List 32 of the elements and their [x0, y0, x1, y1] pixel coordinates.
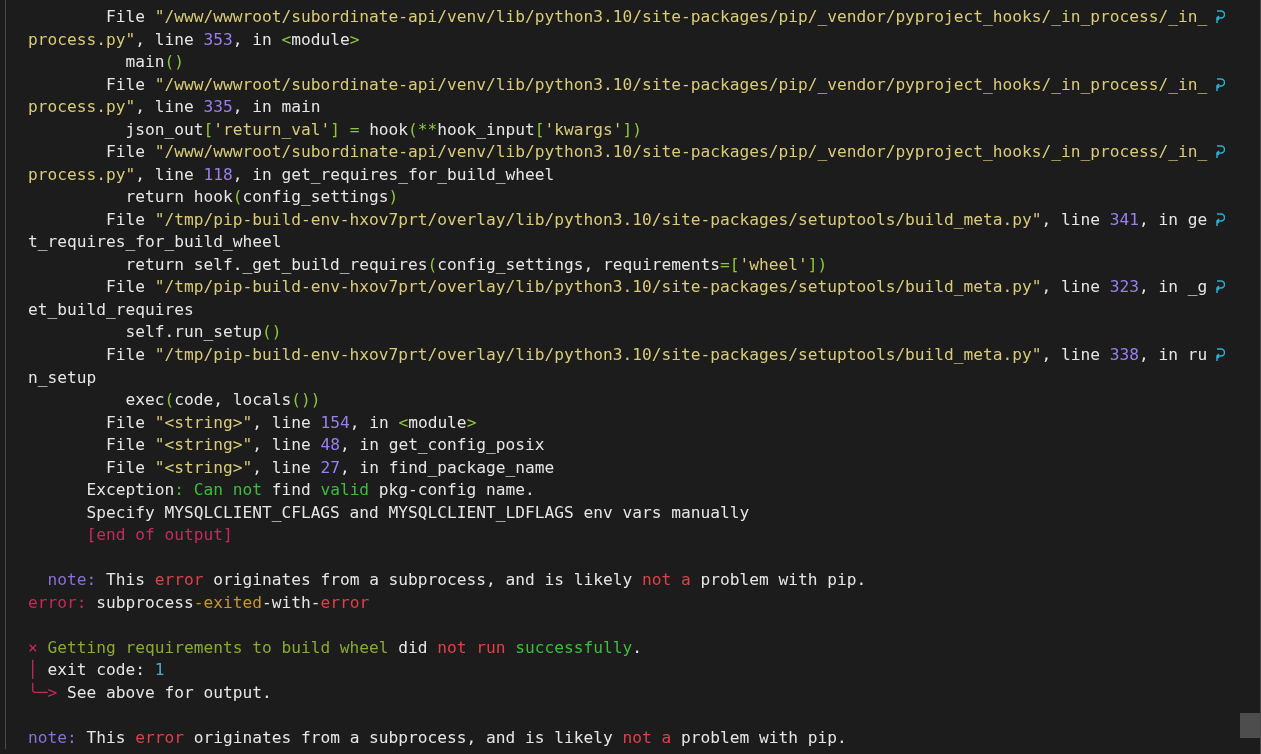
terminal-line: File "<string>", line 48, in get_config_posix	[104, 435, 545, 456]
terminal-line: process.py", line 118, in get_requires_for_build_wheel	[28, 164, 555, 185]
terminal-line: return self._get_build_requires(config_settings, requirements=['wheel'])	[124, 254, 828, 275]
terminal-line: note: This error originates from a subprocess, and is likely not a problem with pip.	[46, 570, 867, 591]
terminal-line: File "/www/wwwroot/subordinate-api/venv/lib/python3.10/site-packages/pip/_vendor/pyproject_hooks/_in_process/_in_	[104, 142, 1208, 163]
terminal-line: Exception: Can not find valid pkg-config name.	[85, 480, 535, 501]
terminal-line: File "/www/wwwroot/subordinate-api/venv/lib/python3.10/site-packages/pip/_vendor/pyproject_hooks/_in_process/_in_	[104, 7, 1208, 28]
terminal-line: File "/tmp/pip-build-env-hxov7prt/overlay/lib/python3.10/site-packages/setuptools/build_meta.py", line 341, in ge	[104, 209, 1208, 230]
terminal-line: t_requires_for_build_wheel	[28, 232, 282, 253]
terminal-line: n_setup	[28, 367, 97, 388]
terminal-line: File "/tmp/pip-build-env-hxov7prt/overlay/lib/python3.10/site-packages/setuptools/build_meta.py", line 323, in _g	[104, 277, 1208, 298]
terminal-line: et_build_requires	[28, 299, 194, 320]
terminal-line: error: subprocess-exited-with-error	[28, 592, 370, 613]
terminal-line: return hook(config_settings)	[124, 187, 399, 208]
terminal-line: File "<string>", line 154, in <module>	[104, 412, 477, 433]
scrollbar-thumb[interactable]	[1240, 713, 1260, 738]
terminal-line: × Getting requirements to build wheel did not run successfully.	[28, 637, 643, 658]
terminal-line: process.py", line 335, in main	[28, 97, 321, 118]
terminal-line: File "<string>", line 27, in find_package_name	[104, 457, 555, 478]
terminal-line: │ exit code: 1	[28, 660, 165, 681]
terminal-line: process.py", line 353, in <module>	[28, 29, 360, 50]
terminal-line: note: This error originates from a subprocess, and is likely not a problem with pip.	[28, 727, 847, 748]
terminal-line: File "/tmp/pip-build-env-hxov7prt/overlay/lib/python3.10/site-packages/setuptools/build_meta.py", line 338, in ru	[104, 345, 1208, 365]
terminal-line: json_out['return_val'] = hook(**hook_input['kwargs'])	[124, 119, 643, 140]
terminal-line: main()	[124, 52, 184, 73]
terminal-line: File "/www/wwwroot/subordinate-api/venv/lib/python3.10/site-packages/pip/_vendor/pyproject_hooks/_in_process/_in_	[104, 74, 1208, 95]
terminal-line: exec(code, locals())	[124, 390, 321, 410]
vertical-scrollbar[interactable]	[1240, 0, 1261, 754]
terminal-line: self.run_setup()	[124, 322, 282, 343]
terminal-line: [end of output]	[85, 525, 233, 546]
terminal-line: ╰─> See above for output.	[28, 682, 272, 703]
terminal-line: Specify MYSQLCLIENT_CFLAGS and MYSQLCLIENT_LDFLAGS env vars manually	[85, 502, 750, 523]
